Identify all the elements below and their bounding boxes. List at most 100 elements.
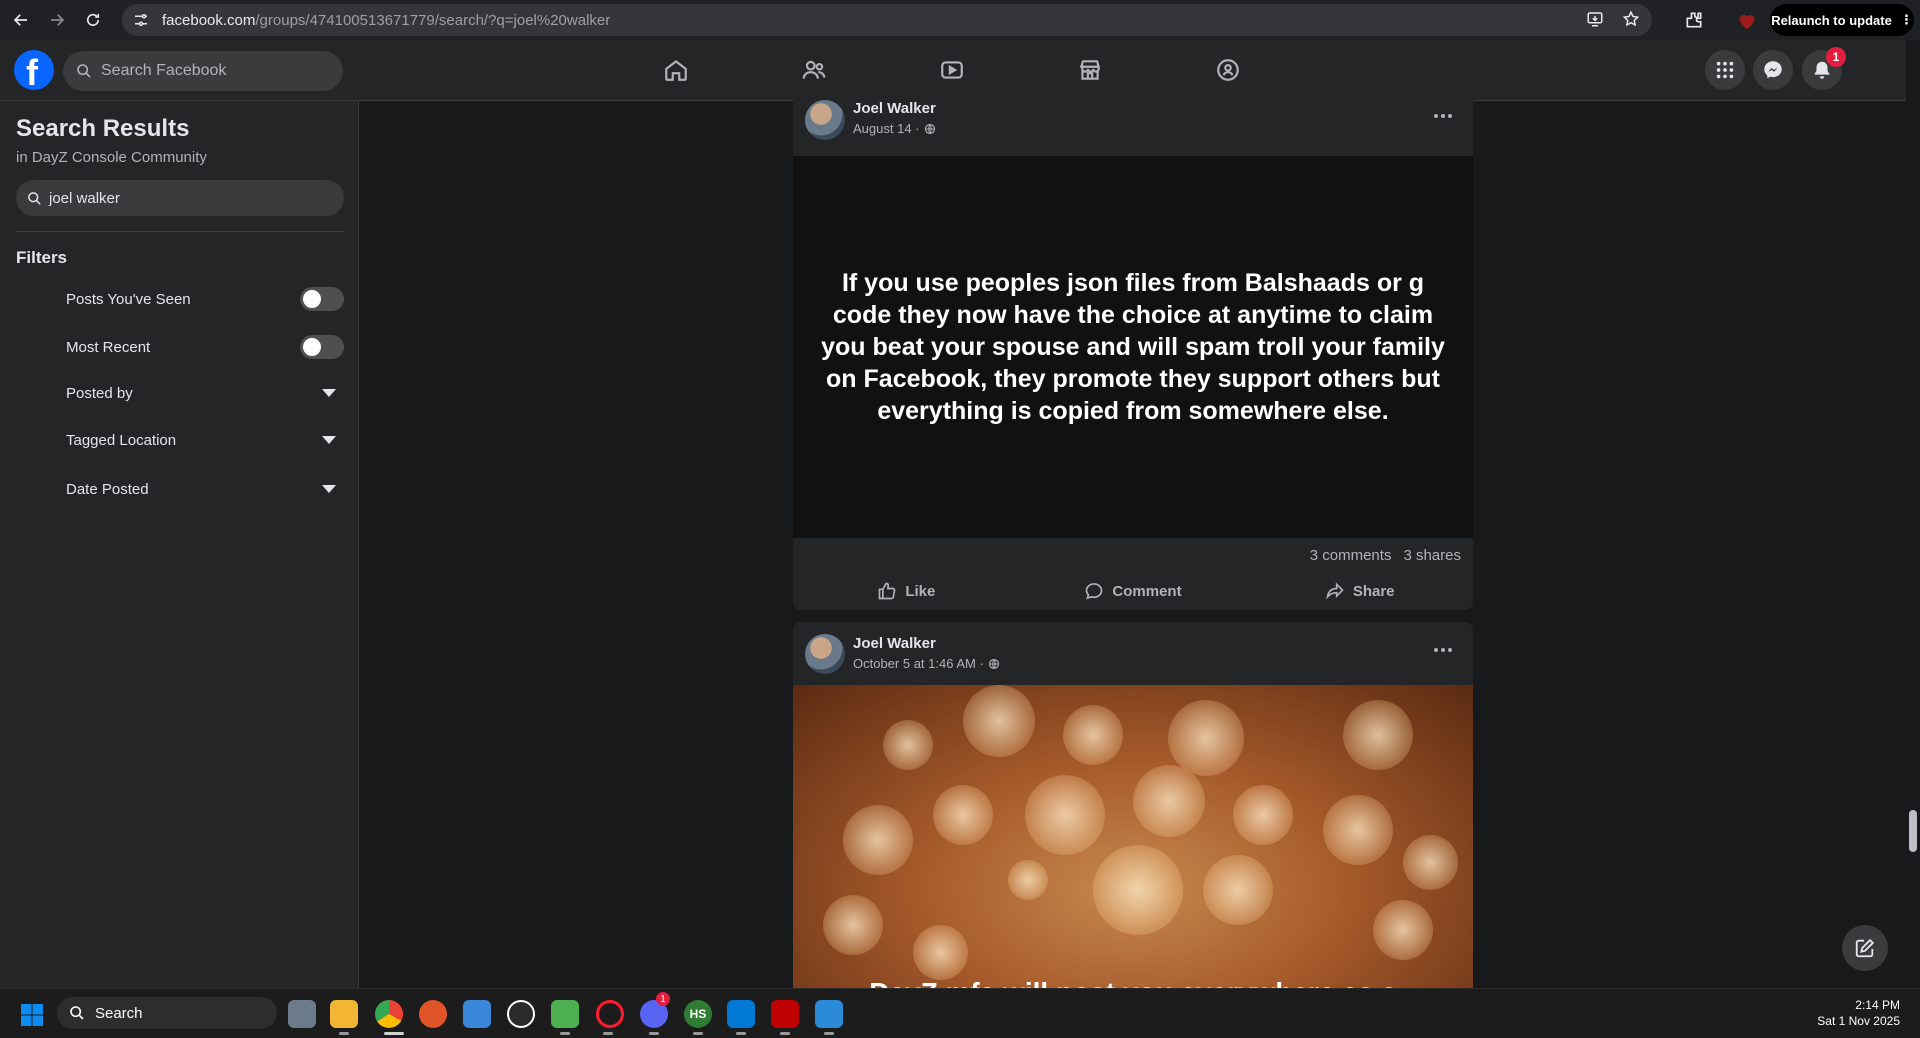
new-message-button[interactable] xyxy=(1842,925,1888,971)
caret-down-icon[interactable] xyxy=(322,485,336,493)
post-card: Joel Walker August 14 · If you use peopl… xyxy=(793,94,1473,610)
comment-button[interactable]: Comment xyxy=(1020,581,1247,601)
address-bar[interactable]: facebook.com/groups/474100513671779/sear… xyxy=(122,4,1652,36)
caret-down-icon[interactable] xyxy=(322,389,336,397)
filter-tagged-location[interactable]: Tagged Location xyxy=(66,425,344,455)
extensions-icon[interactable] xyxy=(1684,10,1704,30)
shares-count[interactable]: 3 shares xyxy=(1403,547,1461,564)
post-stats: 3 comments 3 shares xyxy=(793,538,1473,572)
relaunch-label: Relaunch to update xyxy=(1771,12,1892,28)
filezilla-icon[interactable] xyxy=(771,1000,799,1028)
chatgpt-icon[interactable] xyxy=(507,1000,535,1028)
share-button[interactable]: Share xyxy=(1246,581,1473,601)
clock-date: Sat 1 Nov 2025 xyxy=(1817,1014,1900,1028)
facebook-logo-icon[interactable]: f xyxy=(14,50,54,93)
groups-nav-icon[interactable] xyxy=(1208,50,1248,90)
posts-seen-toggle[interactable] xyxy=(300,287,344,311)
filters-heading: Filters xyxy=(16,248,68,267)
caret-down-icon[interactable] xyxy=(322,436,336,444)
thumbs-up-icon xyxy=(878,582,896,600)
post-actions: Like Comment Share xyxy=(793,572,1473,610)
site-info-icon[interactable] xyxy=(132,11,150,29)
search-scope: in DayZ Console Community xyxy=(16,149,207,166)
image-caption-text: DayZ mfs will post you everywhere as a xyxy=(793,977,1473,988)
search-placeholder: Search Facebook xyxy=(101,62,227,79)
avatar[interactable] xyxy=(805,634,845,674)
post-header: Joel Walker October 5 at 1:46 AM · xyxy=(793,622,1473,685)
bookmark-star-icon[interactable] xyxy=(1622,10,1640,28)
filter-posted-by[interactable]: Posted by xyxy=(66,378,344,408)
clock-time: 2:14 PM xyxy=(1855,998,1900,1012)
search-icon xyxy=(28,191,41,205)
system-clock[interactable]: 2:14 PM Sat 1 Nov 2025 xyxy=(1817,997,1900,1029)
video-nav-icon[interactable] xyxy=(932,50,972,90)
filter-label: Date Posted xyxy=(66,480,149,498)
hs-app-icon[interactable]: HS xyxy=(684,1000,712,1028)
like-button[interactable]: Like xyxy=(793,581,1020,601)
menu-grid-icon[interactable] xyxy=(1705,50,1745,90)
share-icon xyxy=(1326,582,1344,600)
divider xyxy=(16,231,344,232)
search-icon xyxy=(77,64,91,78)
post-header: Joel Walker August 14 · xyxy=(793,94,1473,156)
discord-badge: 1 xyxy=(656,992,670,1006)
most-recent-toggle[interactable] xyxy=(300,335,344,359)
scroll-thumb[interactable] xyxy=(1909,810,1917,852)
filter-date-posted[interactable]: Date Posted xyxy=(66,474,344,504)
taskbar-search-input[interactable]: Search xyxy=(57,997,277,1029)
search-sidebar: Search Results in DayZ Console Community… xyxy=(0,101,359,988)
facebook-header: f Search Facebook xyxy=(0,40,1906,101)
browser-toolbar: facebook.com/groups/474100513671779/sear… xyxy=(0,0,1920,40)
messenger-icon[interactable] xyxy=(1753,50,1793,90)
vscode-icon[interactable] xyxy=(727,1000,755,1028)
more-options-icon[interactable] xyxy=(1431,638,1455,662)
globe-icon xyxy=(924,123,935,134)
paint-icon[interactable] xyxy=(815,1000,843,1028)
bokeh-image[interactable]: DayZ mfs will post you everywhere as a xyxy=(793,685,1473,988)
url-text: facebook.com/groups/474100513671779/sear… xyxy=(162,11,611,29)
post-date[interactable]: August 14 · xyxy=(853,121,936,136)
filter-most-recent[interactable]: Most Recent xyxy=(66,332,344,362)
facebook-search-input[interactable]: Search Facebook xyxy=(63,51,343,91)
windows-start-icon[interactable] xyxy=(20,1003,44,1027)
more-options-icon[interactable] xyxy=(1431,104,1455,128)
comments-count[interactable]: 3 comments xyxy=(1310,547,1392,564)
app-icon[interactable] xyxy=(419,1000,447,1028)
relaunch-button[interactable]: Relaunch to update ⋮ xyxy=(1770,4,1914,36)
page-scrollbar[interactable] xyxy=(1906,40,1920,988)
windows-taskbar: Search 1 HS 2:14 PM Sat 1 Nov 2025 xyxy=(0,988,1920,1038)
filter-label: Tagged Location xyxy=(66,431,177,449)
filter-label: Posts You've Seen xyxy=(66,290,191,308)
notepad-icon[interactable] xyxy=(463,1000,491,1028)
forward-icon[interactable] xyxy=(40,3,74,37)
post-text: If you use peoples json files from Balsh… xyxy=(821,269,1445,425)
like-label: Like xyxy=(905,582,936,600)
chrome-icon[interactable] xyxy=(375,1000,403,1028)
post-date[interactable]: October 5 at 1:46 AM · xyxy=(853,656,1000,671)
home-nav-icon[interactable] xyxy=(656,50,696,90)
share-label: Share xyxy=(1352,582,1395,600)
reload-icon[interactable] xyxy=(76,3,110,37)
post-card: Joel Walker October 5 at 1:46 AM · DayZ … xyxy=(793,622,1473,988)
friends-nav-icon[interactable] xyxy=(794,50,834,90)
post-date-text: August 14 · xyxy=(853,121,920,136)
post-date-text: October 5 at 1:46 AM · xyxy=(853,656,984,671)
filter-label: Most Recent xyxy=(66,338,151,356)
notepad-plus-icon[interactable] xyxy=(551,1000,579,1028)
opera-icon[interactable] xyxy=(596,1000,624,1028)
install-app-icon[interactable] xyxy=(1586,10,1604,28)
search-value: joel walker xyxy=(49,189,120,207)
comment-label: Comment xyxy=(1112,582,1182,600)
avatar[interactable] xyxy=(805,100,845,140)
filter-posts-seen[interactable]: Posts You've Seen xyxy=(66,284,344,314)
kebab-menu-icon: ⋮ xyxy=(1899,12,1913,27)
profile-icon[interactable] xyxy=(1736,10,1758,32)
notification-badge: 1 xyxy=(1826,47,1846,67)
post-author[interactable]: Joel Walker xyxy=(853,100,936,117)
file-explorer-icon[interactable] xyxy=(330,1000,358,1028)
task-view-icon[interactable] xyxy=(288,1000,316,1028)
group-search-input[interactable]: joel walker xyxy=(16,180,344,216)
back-icon[interactable] xyxy=(4,3,38,37)
marketplace-nav-icon[interactable] xyxy=(1070,50,1110,90)
post-author[interactable]: Joel Walker xyxy=(853,635,936,652)
